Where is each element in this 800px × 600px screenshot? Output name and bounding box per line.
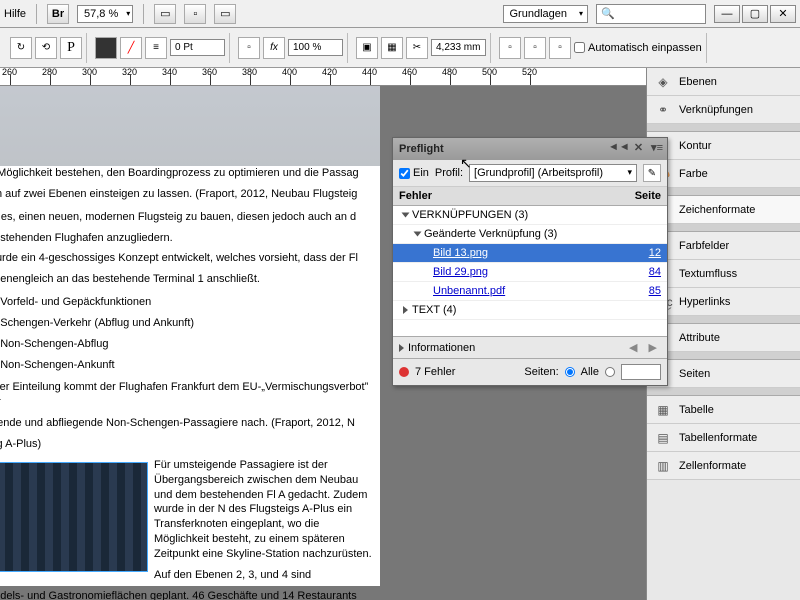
tree-row[interactable]: Bild 29.png84 — [393, 263, 667, 282]
minimize-button[interactable]: — — [714, 5, 740, 23]
fit3-icon[interactable]: ▫ — [549, 37, 571, 59]
panel-icon: ⚭ — [655, 102, 671, 118]
opacity-field[interactable]: 100 % — [288, 39, 343, 56]
error-table-header: FehlerSeite — [393, 187, 667, 206]
panel-tabelle[interactable]: ▦Tabelle — [647, 396, 800, 424]
error-dot-icon — [399, 367, 409, 377]
fit1-icon[interactable]: ▫ — [499, 37, 521, 59]
pages-range-field[interactable] — [621, 364, 661, 380]
panel-hyperlinks[interactable]: a͜b͜cHyperlinks — [647, 288, 800, 316]
pages-range-radio[interactable] — [605, 367, 615, 377]
preflight-title[interactable]: Preflight ◄◄ ✕▾≡ — [393, 138, 667, 160]
error-tree[interactable]: VERKNÜPFUNGEN (3)Geänderte Verknüpfung (… — [393, 206, 667, 336]
fx-icon[interactable]: fx — [263, 37, 285, 59]
workspace-dropdown[interactable]: Grundlagen — [503, 5, 589, 23]
flip-icon[interactable]: ⟲ — [35, 37, 57, 59]
panel-farbfelder[interactable]: ▦Farbfelder — [647, 232, 800, 260]
panel-ebenen[interactable]: ◈Ebenen — [647, 68, 800, 96]
close-icon[interactable]: ✕ — [634, 141, 643, 154]
ruler: 2602803003203403603804004204404604805005… — [0, 68, 646, 86]
info-row[interactable]: Informationen ◀ ▶ — [393, 336, 667, 358]
wrap2-icon[interactable]: ▦ — [381, 37, 403, 59]
control-toolbar: ↻ ⟲ P ╱ ≡ 0 Pt ▫ fx 100 % ▣ ▦ ✂ 4,233 mm… — [0, 28, 800, 68]
view-options-icon[interactable]: ▭ — [154, 4, 176, 24]
panel-icon: ▦ — [655, 402, 671, 418]
preflight-enable-checkbox[interactable]: Ein — [399, 167, 429, 179]
wrap-icon[interactable]: ▣ — [356, 37, 378, 59]
measure-field[interactable]: 4,233 mm — [431, 39, 486, 56]
panel-kontur[interactable]: ≡Kontur — [647, 132, 800, 160]
panel-zeichenformate[interactable]: A̲Zeichenformate — [647, 196, 800, 224]
fill-swatch[interactable] — [95, 37, 117, 59]
stroke-weight-icon: ≡ — [145, 37, 167, 59]
fit2-icon[interactable]: ▫ — [524, 37, 546, 59]
panel-seiten[interactable]: ▫Seiten — [647, 360, 800, 388]
profile-dropdown[interactable]: [Grundprofil] (Arbeitsprofil) — [469, 164, 637, 182]
profile-edit-icon[interactable]: ✎ — [643, 164, 661, 182]
panels-dock: ◈Ebenen⚭Verknüpfungen ≡Kontur🎨Farbe A̲Zeic… — [646, 68, 800, 600]
maximize-button[interactable]: ▢ — [742, 5, 768, 23]
rotate-icon[interactable]: ↻ — [10, 37, 32, 59]
effects-icon[interactable]: ▫ — [238, 37, 260, 59]
tree-row[interactable]: TEXT (4) — [393, 301, 667, 320]
paragraph-icon[interactable]: P — [60, 37, 82, 59]
bridge-button[interactable]: Br — [47, 4, 69, 24]
panel-verknüpfungen[interactable]: ⚭Verknüpfungen — [647, 96, 800, 124]
autofit-checkbox[interactable]: Automatisch einpassen — [574, 42, 702, 54]
panel-textumfluss[interactable]: ▣Textumfluss — [647, 260, 800, 288]
panel-icon: ▥ — [655, 458, 671, 474]
panel-icon: ◈ — [655, 74, 671, 90]
panel-farbe[interactable]: 🎨Farbe — [647, 160, 800, 188]
panel-icon: ▤ — [655, 430, 671, 446]
tree-row[interactable]: Unbenannt.pdf85 — [393, 282, 667, 301]
zoom-dropdown[interactable]: 57,8 % — [77, 5, 133, 23]
help-menu[interactable]: Hilfe — [4, 8, 26, 20]
tree-row[interactable]: VERKNÜPFUNGEN (3) — [393, 206, 667, 225]
stroke-swatch[interactable]: ╱ — [120, 37, 142, 59]
crop-icon[interactable]: ✂ — [406, 37, 428, 59]
menu-icon[interactable]: ▾≡ — [651, 141, 663, 154]
panel-tabellenformate[interactable]: ▤Tabellenformate — [647, 424, 800, 452]
screen-mode-icon[interactable]: ▫ — [184, 4, 206, 24]
collapse-icon[interactable]: ◄◄ — [608, 141, 630, 154]
search-input[interactable]: 🔍 — [596, 4, 706, 24]
panel-zellenformate[interactable]: ▥Zellenformate — [647, 452, 800, 480]
tree-row[interactable]: Geänderte Verknüpfung (3) — [393, 225, 667, 244]
placed-image[interactable] — [0, 462, 148, 572]
pages-all-radio[interactable] — [565, 367, 575, 377]
arrange-icon[interactable]: ▭ — [214, 4, 236, 24]
page: e Möglichkeit bestehen, den Boardingproz… — [0, 86, 380, 586]
status-row: 7 Fehler Seiten: Alle — [393, 358, 667, 385]
nav-arrows[interactable]: ◀ ▶ — [629, 341, 661, 354]
preflight-panel[interactable]: Preflight ◄◄ ✕▾≡ Ein Profil: [Grundprofi… — [392, 137, 668, 386]
stroke-weight-field[interactable]: 0 Pt — [170, 39, 225, 56]
profile-label: Profil: — [435, 167, 463, 179]
tree-row[interactable]: Bild 13.png12 — [393, 244, 667, 263]
close-button[interactable]: ✕ — [770, 5, 796, 23]
panel-attribute[interactable]: ✓Attribute — [647, 324, 800, 352]
